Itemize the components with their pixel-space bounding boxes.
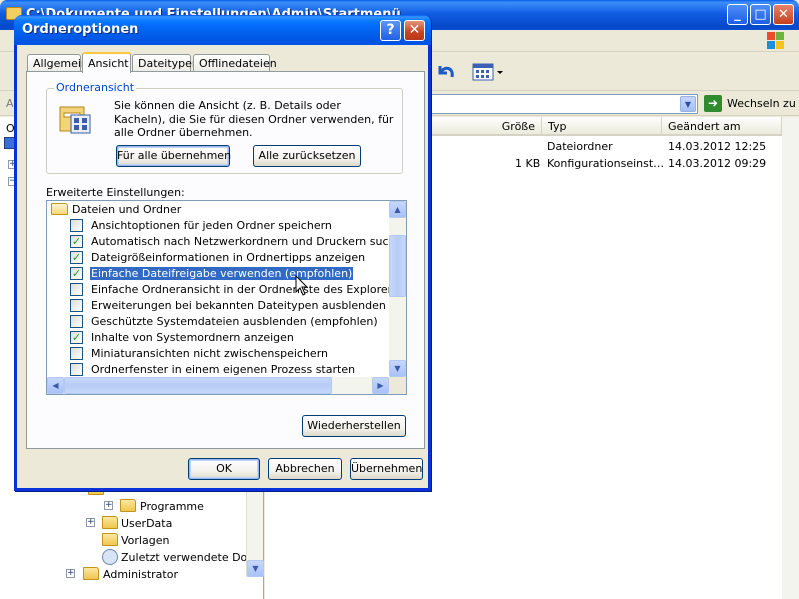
expand-icon[interactable]: + <box>66 569 75 578</box>
dialog-title-bar: Ordneroptionen ? ✕ <box>14 15 431 45</box>
setting-label: Miniaturansichten nicht zwischenspeicher… <box>91 347 328 360</box>
maximize-button[interactable]: □ <box>750 4 771 25</box>
scroll-right-icon[interactable]: ▶ <box>372 377 389 394</box>
restore-defaults-button[interactable]: Wiederherstellen <box>302 415 406 437</box>
checkbox[interactable]: ✓ <box>70 235 83 248</box>
go-arrow-icon[interactable]: ➜ <box>704 95 722 112</box>
folder-icon <box>51 203 68 215</box>
tab-view[interactable]: Ansicht <box>82 52 131 73</box>
setting-label: Automatisch nach Netzwerkordnern und Dru… <box>91 235 407 248</box>
advanced-settings-label: Erweiterte Einstellungen: <box>46 186 185 199</box>
chevron-down-icon[interactable]: ▼ <box>680 96 696 112</box>
address-input[interactable]: ▼ <box>430 94 698 114</box>
checkbox[interactable]: ✓ <box>70 251 83 264</box>
checkbox[interactable] <box>70 283 83 296</box>
programs-folder-icon <box>120 499 136 512</box>
expand-icon[interactable]: + <box>86 518 95 527</box>
scrollbar-corner <box>389 377 406 394</box>
apply-to-all-button[interactable]: Für alle übernehmen <box>116 145 231 167</box>
dialog-title: Ordneroptionen <box>22 22 139 37</box>
horizontal-scrollbar[interactable]: ◀ ▶ <box>47 377 389 394</box>
tab-panel-view: Ordneransicht Sie können die Ansicht (z.… <box>26 71 425 449</box>
column-header-size[interactable]: Größe <box>430 117 542 136</box>
views-icon[interactable] <box>472 63 504 81</box>
windows-logo-icon <box>767 32 785 50</box>
setting-label: Dateigrößeinformationen in Ordnertipps a… <box>91 251 366 264</box>
advanced-settings-list[interactable]: Dateien und Ordner Ansichtoptionen für j… <box>46 200 407 395</box>
tab-offline-files[interactable]: Offlinedateien <box>193 54 277 72</box>
file-size: 1 KB <box>515 157 541 170</box>
file-type: Konfigurationseinst… <box>547 157 665 170</box>
setting-label: Ordnerfenster in einem eigenen Prozess s… <box>91 363 356 376</box>
setting-label: Einfache Dateifreigabe verwenden (empfoh… <box>88 266 355 281</box>
setting-label: Einfache Ordneransicht in der Ordnerlist… <box>91 283 406 296</box>
reset-all-button[interactable]: Alle zurücksetzen <box>253 145 361 167</box>
column-header-modified[interactable]: Geändert am <box>662 117 782 136</box>
scroll-up-icon[interactable]: ▲ <box>389 201 406 218</box>
file-type: Dateiordner <box>547 140 613 153</box>
horizontal-scroll-thumb[interactable] <box>64 377 332 394</box>
address-label-letter: A <box>6 97 14 110</box>
setting-label: Inhalte von Systemordnern anzeigen <box>91 331 294 344</box>
tree-item-label: Administrator <box>103 568 178 581</box>
tree-item-label: UserData <box>121 517 173 530</box>
checkbox[interactable]: ✓ <box>70 331 83 344</box>
folder-icon <box>102 516 118 529</box>
scroll-down-icon[interactable]: ▼ <box>247 560 264 577</box>
cancel-button[interactable]: Abbrechen <box>268 458 342 480</box>
minimize-button[interactable]: _ <box>727 4 748 25</box>
folder-view-legend: Ordneransicht <box>54 81 137 94</box>
recent-documents-icon <box>102 549 118 565</box>
tab-file-types[interactable]: Dateitypen <box>132 54 199 72</box>
list-group-label: Dateien und Ordner <box>72 203 182 216</box>
folder-views-icon <box>59 106 91 134</box>
setting-label: Ansichtoptionen für jeden Ordner speiche… <box>91 219 332 232</box>
file-modified: 14.03.2012 12:25 <box>668 140 767 153</box>
folder-options-dialog: Ordneroptionen ? ✕ Allgemein Ansicht Dat… <box>14 15 431 491</box>
setting-label: Erweiterungen bei bekannten Dateitypen a… <box>91 299 386 312</box>
tree-item-label: Programme <box>140 500 204 513</box>
scroll-left-icon[interactable]: ◀ <box>47 377 64 394</box>
folder-icon <box>83 567 99 580</box>
go-button-label[interactable]: Wechseln zu <box>727 97 796 110</box>
folder-view-description: Sie können die Ansicht (z. B. Details od… <box>114 99 394 139</box>
column-header-type[interactable]: Typ <box>542 117 662 136</box>
help-button[interactable]: ? <box>380 20 401 41</box>
mouse-pointer-icon <box>295 275 309 296</box>
checkbox[interactable] <box>70 347 83 360</box>
tab-general[interactable]: Allgemein <box>27 54 88 72</box>
undo-icon[interactable] <box>434 61 456 83</box>
setting-label: Geschützte Systemdateien ausblenden (emp… <box>91 315 378 328</box>
scroll-down-icon[interactable]: ▼ <box>389 360 406 377</box>
expand-icon[interactable]: + <box>104 501 113 510</box>
tree-item-label: Zuletzt verwendete Doku <box>121 551 261 564</box>
file-modified: 14.03.2012 09:29 <box>668 157 767 170</box>
checkbox[interactable] <box>70 315 83 328</box>
checkbox[interactable] <box>70 299 83 312</box>
folder-icon <box>102 533 118 546</box>
vertical-scrollbar[interactable]: ▲ ▼ <box>389 201 406 377</box>
checkbox[interactable]: ✓ <box>70 267 83 280</box>
ok-button[interactable]: OK <box>188 458 260 480</box>
checkbox[interactable] <box>70 219 83 232</box>
list-vertical-scrollbar[interactable] <box>782 117 799 599</box>
checkbox[interactable] <box>70 363 83 376</box>
apply-button[interactable]: Übernehmen <box>350 458 423 480</box>
close-button[interactable]: ✕ <box>773 4 794 25</box>
close-button[interactable]: ✕ <box>404 20 425 41</box>
tree-item-label: Vorlagen <box>121 534 170 547</box>
folder-view-group: Ordneransicht Sie können die Ansicht (z.… <box>46 81 403 174</box>
vertical-scroll-thumb[interactable] <box>389 235 406 297</box>
